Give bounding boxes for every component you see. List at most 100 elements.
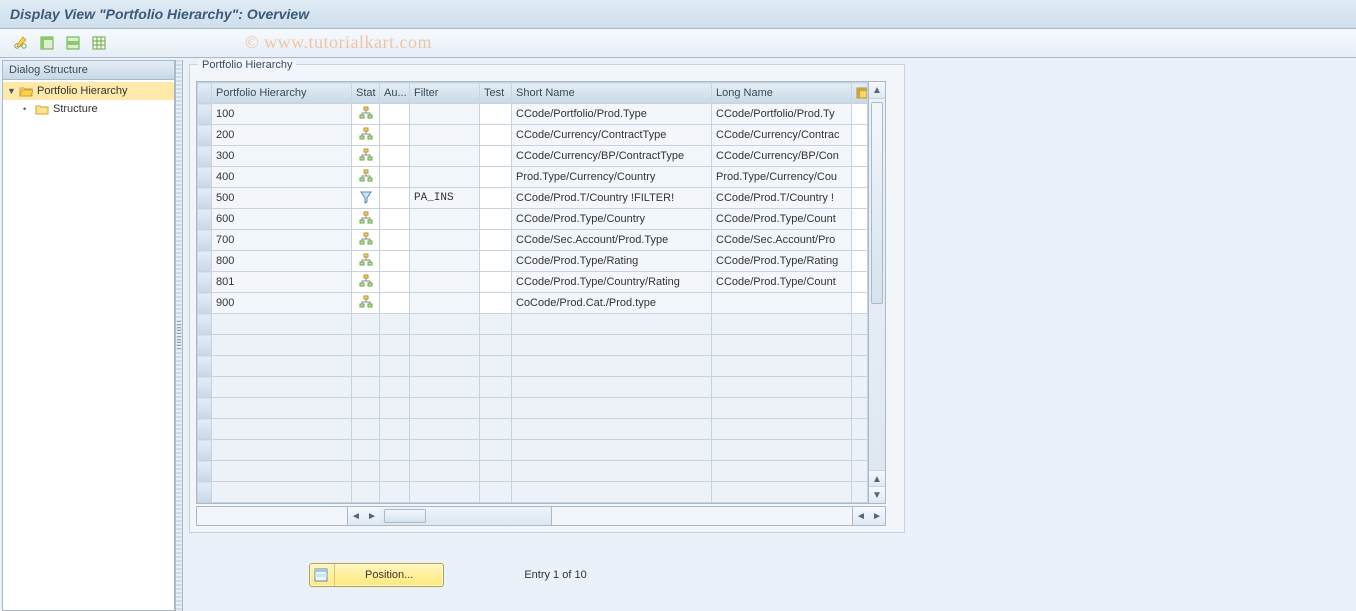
cell-long-name[interactable] (712, 293, 852, 314)
cell-stat[interactable] (352, 272, 380, 293)
cell-short-name[interactable]: CCode/Currency/ContractType (512, 125, 712, 146)
row-selector[interactable] (198, 167, 212, 188)
cell-filter[interactable] (410, 209, 480, 230)
cell-long-name[interactable]: CCode/Prod.Type/Count (712, 272, 852, 293)
cell-filter[interactable] (410, 230, 480, 251)
cell-long-name[interactable]: Prod.Type/Currency/Cou (712, 167, 852, 188)
scroll-up-arrow-icon[interactable]: ▲ (869, 82, 885, 99)
vertical-scrollbar[interactable]: ▲ ▲ ▼ (868, 82, 885, 503)
cell-portfolio-hierarchy[interactable]: 800 (212, 251, 352, 272)
cell-portfolio-hierarchy[interactable]: 300 (212, 146, 352, 167)
cell-au[interactable] (380, 146, 410, 167)
row-selector[interactable] (198, 419, 212, 440)
cell-portfolio-hierarchy[interactable]: 400 (212, 167, 352, 188)
scroll-down-arrow-icon[interactable]: ▲ (869, 470, 885, 487)
cell-au[interactable] (380, 167, 410, 188)
cell-long-name[interactable]: CCode/Currency/Contrac (712, 125, 852, 146)
toolbar-deselect-button[interactable] (88, 32, 110, 54)
column-short-name[interactable]: Short Name (512, 83, 712, 104)
horizontal-scroll-thumb[interactable] (384, 509, 426, 523)
cell-filter[interactable] (410, 293, 480, 314)
cell-stat[interactable] (352, 188, 380, 209)
cell-short-name[interactable]: CoCode/Prod.Cat./Prod.type (512, 293, 712, 314)
cell-short-name[interactable]: CCode/Prod.T/Country !FILTER! (512, 188, 712, 209)
cell-filter[interactable]: PA_INS (410, 188, 480, 209)
cell-stat[interactable] (352, 146, 380, 167)
row-selector[interactable] (198, 398, 212, 419)
cell-filter[interactable] (410, 251, 480, 272)
row-selector[interactable] (198, 146, 212, 167)
row-selector[interactable] (198, 125, 212, 146)
column-row-selector[interactable] (198, 83, 212, 104)
cell-portfolio-hierarchy[interactable]: 600 (212, 209, 352, 230)
position-button[interactable]: Position... (309, 563, 444, 587)
cell-filter[interactable] (410, 272, 480, 293)
row-selector[interactable] (198, 209, 212, 230)
cell-short-name[interactable]: CCode/Portfolio/Prod.Type (512, 104, 712, 125)
cell-test[interactable] (480, 293, 512, 314)
scroll-left-arrow-icon[interactable]: ◄ (348, 507, 364, 525)
row-selector[interactable] (198, 104, 212, 125)
cell-short-name[interactable]: Prod.Type/Currency/Country (512, 167, 712, 188)
splitter-handle[interactable] (175, 60, 183, 611)
cell-test[interactable] (480, 167, 512, 188)
scroll-right-arrow-icon[interactable]: ► (869, 507, 885, 525)
tree-item-portfolio-hierarchy[interactable]: ▼Portfolio Hierarchy (3, 82, 174, 100)
column-long-name[interactable]: Long Name (712, 83, 852, 104)
cell-long-name[interactable]: CCode/Prod.Type/Rating (712, 251, 852, 272)
row-selector[interactable] (198, 440, 212, 461)
cell-au[interactable] (380, 209, 410, 230)
cell-au[interactable] (380, 230, 410, 251)
cell-test[interactable] (480, 209, 512, 230)
cell-long-name[interactable]: CCode/Currency/BP/Con (712, 146, 852, 167)
cell-long-name[interactable]: CCode/Prod.Type/Count (712, 209, 852, 230)
cell-au[interactable] (380, 272, 410, 293)
cell-test[interactable] (480, 146, 512, 167)
horizontal-scrollbar[interactable]: ◄ ► ◄ ► (196, 506, 886, 526)
cell-short-name[interactable]: CCode/Currency/BP/ContractType (512, 146, 712, 167)
cell-long-name[interactable]: CCode/Sec.Account/Pro (712, 230, 852, 251)
scroll-left2-arrow-icon[interactable]: ◄ (853, 507, 869, 525)
cell-short-name[interactable]: CCode/Sec.Account/Prod.Type (512, 230, 712, 251)
row-selector[interactable] (198, 251, 212, 272)
cell-filter[interactable] (410, 125, 480, 146)
cell-stat[interactable] (352, 251, 380, 272)
cell-stat[interactable] (352, 167, 380, 188)
cell-test[interactable] (480, 104, 512, 125)
cell-au[interactable] (380, 125, 410, 146)
row-selector[interactable] (198, 461, 212, 482)
cell-stat[interactable] (352, 209, 380, 230)
row-selector[interactable] (198, 293, 212, 314)
row-selector[interactable] (198, 230, 212, 251)
cell-filter[interactable] (410, 146, 480, 167)
tree-item-structure[interactable]: •Structure (3, 100, 174, 118)
cell-long-name[interactable]: CCode/Portfolio/Prod.Ty (712, 104, 852, 125)
cell-au[interactable] (380, 293, 410, 314)
cell-test[interactable] (480, 251, 512, 272)
cell-short-name[interactable]: CCode/Prod.Type/Country (512, 209, 712, 230)
cell-stat[interactable] (352, 125, 380, 146)
toolbar-edit-button[interactable] (10, 32, 32, 54)
toolbar-select-all-button[interactable] (36, 32, 58, 54)
tree-collapse-icon[interactable]: ▼ (7, 86, 17, 96)
cell-portfolio-hierarchy[interactable]: 500 (212, 188, 352, 209)
cell-test[interactable] (480, 188, 512, 209)
column-configure-button[interactable] (852, 83, 868, 104)
cell-portfolio-hierarchy[interactable]: 700 (212, 230, 352, 251)
vertical-scroll-thumb[interactable] (871, 102, 883, 304)
cell-portfolio-hierarchy[interactable]: 801 (212, 272, 352, 293)
cell-test[interactable] (480, 230, 512, 251)
cell-filter[interactable] (410, 167, 480, 188)
column-portfolio-hierarchy[interactable]: Portfolio Hierarchy (212, 83, 352, 104)
scroll-down-arrow2-icon[interactable]: ▼ (869, 486, 885, 503)
cell-test[interactable] (480, 272, 512, 293)
cell-filter[interactable] (410, 104, 480, 125)
row-selector[interactable] (198, 188, 212, 209)
cell-test[interactable] (480, 125, 512, 146)
cell-stat[interactable] (352, 104, 380, 125)
column-test[interactable]: Test (480, 83, 512, 104)
scroll-right-step-icon[interactable]: ► (364, 507, 380, 525)
cell-portfolio-hierarchy[interactable]: 100 (212, 104, 352, 125)
row-selector[interactable] (198, 314, 212, 335)
cell-au[interactable] (380, 104, 410, 125)
